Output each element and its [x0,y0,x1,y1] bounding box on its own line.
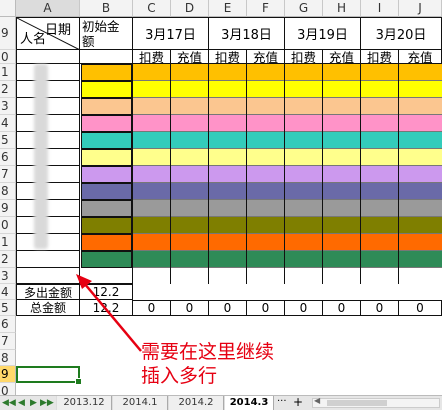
sheet-tab-2013-12[interactable]: 2013.12 [56,396,112,410]
sheet-tab-2014-2[interactable]: 2014.2 [168,396,224,410]
prev-sheet-icon[interactable]: ◀ [16,396,27,410]
add-sheet-icon[interactable]: + [293,395,303,409]
next-sheet-icon[interactable]: ▶ [28,396,39,410]
sheet-tab-2014-1[interactable]: 2014.1 [112,396,168,410]
sheet-tab-bar: ◀◀ ◀ ▶ ▶▶ 2013.12 2014.1 2014.2 2014.3 ·… [0,395,442,410]
annotation-arrow [76,274,142,352]
scroll-thumb[interactable] [327,400,387,406]
annotation-line-1: 需要在这里继续 [141,341,275,363]
last-sheet-icon[interactable]: ▶▶ [40,396,54,410]
scroll-left-icon[interactable]: ◀ [314,396,320,405]
annotation-line-2: 插入多行 [141,365,218,387]
annotation-text: 需要在这里继续 插入多行 [141,340,274,388]
more-sheets-icon[interactable]: ··· [277,396,287,407]
first-sheet-icon[interactable]: ◀◀ [2,396,16,410]
horizontal-scrollbar[interactable]: ◀ [312,396,440,408]
spreadsheet-grid[interactable]: ABCDEFGHIJ 9012345678901234567890 日期 人名 … [0,0,442,400]
sheet-tab-2014-3[interactable]: 2014.3 [224,396,274,410]
